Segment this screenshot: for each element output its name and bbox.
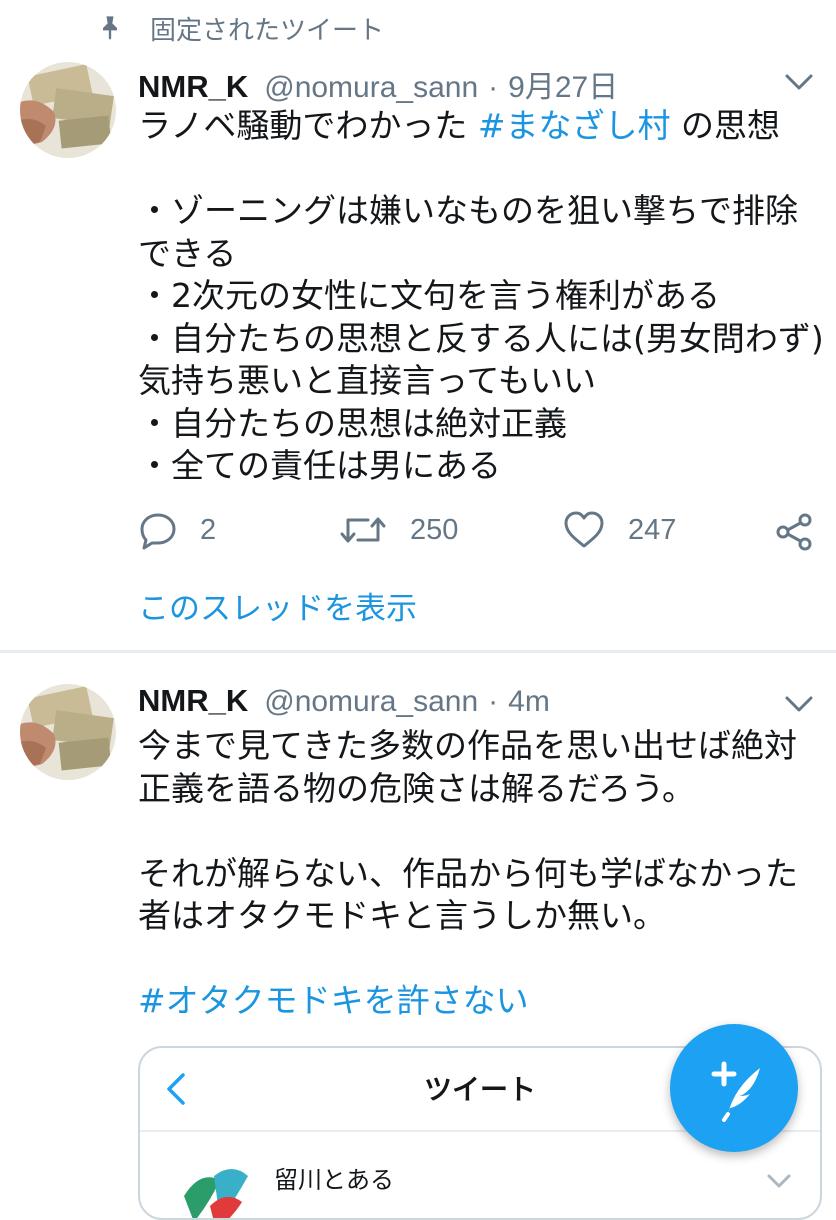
share-icon[interactable] (774, 512, 814, 552)
text-line: できる (138, 233, 237, 273)
timestamp[interactable]: 4m (508, 685, 550, 719)
hashtag-link[interactable]: #まなざし村 (478, 106, 671, 145)
text-line: ・ゾーニングは嫌いなものを狙い撃ちで排除 (138, 191, 798, 230)
like-icon (564, 511, 604, 548)
text-line: 今まで見てきた多数の作品を思い出せば絶対 (138, 726, 798, 765)
separator: · (488, 71, 499, 104)
like-button[interactable]: 247 (562, 510, 676, 550)
reply-count: 2 (200, 513, 217, 546)
hashtag-link[interactable]: #オタクモドキを許さない (138, 981, 529, 1020)
retweet-icon (340, 517, 386, 543)
text-line: 気持ち悪いと直接言ってもいい (138, 361, 597, 400)
compose-icon (711, 1061, 760, 1122)
text-line (138, 938, 828, 981)
tweet-text: 今まで見てきた多数の作品を思い出せば絶対 正義を語る物の危険さは解るだろう。 そ… (138, 725, 828, 1023)
text-line: #オタクモドキを許さない (138, 980, 828, 1023)
embed-avatar (184, 1169, 248, 1218)
tweet-header: NMR_K @nomura_sann · 9月27日 (138, 62, 618, 106)
text-line: 者はオタクモドキと言うしか無い。 (138, 896, 666, 935)
pinned-indicator: 固定されたツイート (96, 8, 384, 48)
user-handle[interactable]: @nomura_sann (264, 685, 478, 719)
chevron-down-icon (767, 1174, 791, 1188)
divider (0, 650, 836, 653)
embed-user-name: 留川とある (274, 1166, 394, 1194)
user-handle[interactable]: @nomura_sann (264, 71, 478, 105)
avatar[interactable] (20, 62, 116, 158)
text-line: それが解らない、作品から何も学ばなかった (138, 853, 798, 893)
show-thread-link[interactable]: このスレッドを表示 (138, 583, 417, 628)
display-name[interactable]: NMR_K (138, 69, 248, 105)
text-line (138, 148, 828, 191)
timestamp[interactable]: 9月27日 (508, 62, 618, 106)
pinned-label: 固定されたツイート (150, 15, 385, 46)
compose-tweet-button[interactable] (670, 1024, 798, 1152)
text-line (138, 810, 828, 853)
tweet-header: NMR_K @nomura_sann · 4m (138, 683, 550, 719)
retweet-button[interactable]: 250 (338, 510, 458, 550)
pin-icon (103, 16, 117, 40)
retweet-count: 250 (410, 513, 459, 546)
text-line: ラノベ騒動でわかった #まなざし村 の思想 (138, 106, 780, 145)
chevron-down-icon[interactable] (784, 694, 814, 714)
reply-button[interactable]: 2 (138, 510, 216, 550)
chevron-down-icon[interactable] (784, 72, 814, 92)
avatar[interactable] (20, 684, 116, 780)
reply-icon (140, 513, 176, 550)
text-line: ・自分たちの思想と反する人には(男女問わず) (138, 318, 824, 358)
tweet-text: ラノベ騒動でわかった #まなざし村 の思想 ・ゾーニングは嫌いなものを狙い撃ちで… (138, 105, 828, 488)
separator: · (488, 685, 499, 718)
text-line: ・自分たちの思想は絶対正義 (138, 403, 567, 443)
text-line: 正義を語る物の危険さは解るだろう。 (138, 768, 696, 808)
text-line: ・2次元の女性に文句を言う権利がある (138, 276, 720, 315)
text-line: ・全ての責任は男にある (138, 446, 501, 485)
like-count: 247 (628, 513, 677, 546)
display-name[interactable]: NMR_K (138, 683, 248, 719)
